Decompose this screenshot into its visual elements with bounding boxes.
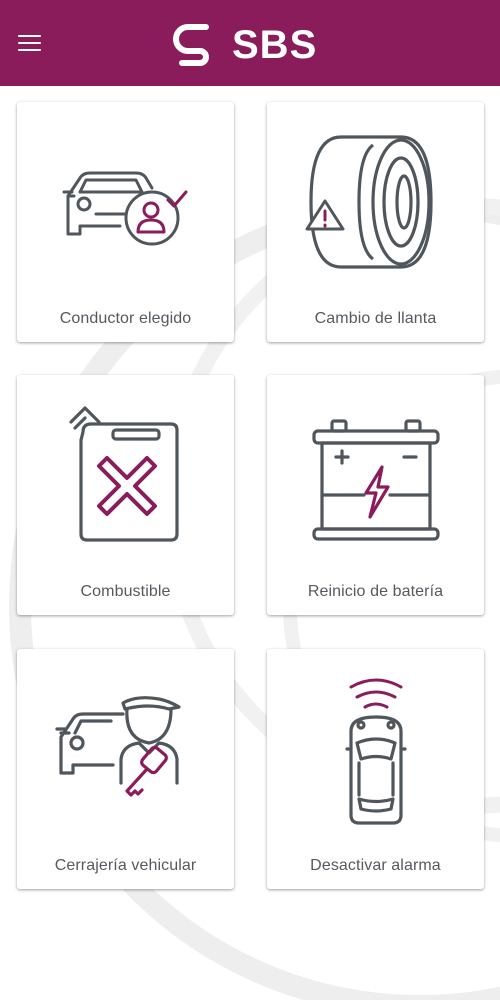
service-label: Reinicio de batería (307, 583, 444, 600)
car-alarm-signal-icon (344, 678, 407, 825)
service-card-desactivar-alarma[interactable]: Desactivar alarma (267, 649, 484, 889)
fuel-can-icon (68, 406, 179, 542)
service-card-combustible[interactable]: Combustible (17, 375, 234, 615)
brand-logo: SBS (166, 18, 317, 72)
car-driver-check-icon (62, 171, 187, 246)
service-label: Cerrajería vehicular (54, 857, 197, 874)
service-label: Cambio de llanta (314, 310, 437, 327)
service-card-conductor-elegido[interactable]: Conductor elegido (17, 102, 234, 342)
battery-bolt-icon (311, 419, 440, 541)
hamburger-menu-icon[interactable] (18, 30, 54, 56)
service-card-cambio-de-llanta[interactable]: Cambio de llanta (267, 102, 484, 342)
service-label: Conductor elegido (59, 310, 192, 327)
service-card-cerrajeria-vehicular[interactable]: Cerrajería vehicular (17, 649, 234, 889)
tire-warning-icon (305, 135, 433, 269)
app-header: SBS (0, 0, 500, 86)
service-card-reinicio-de-bateria[interactable]: Reinicio de batería (267, 375, 484, 615)
service-label: Desactivar alarma (310, 857, 441, 874)
sbs-logo-icon (173, 24, 209, 66)
brand-name: SBS (232, 22, 318, 67)
car-locksmith-key-icon (54, 696, 181, 797)
service-label: Combustible (80, 583, 171, 600)
